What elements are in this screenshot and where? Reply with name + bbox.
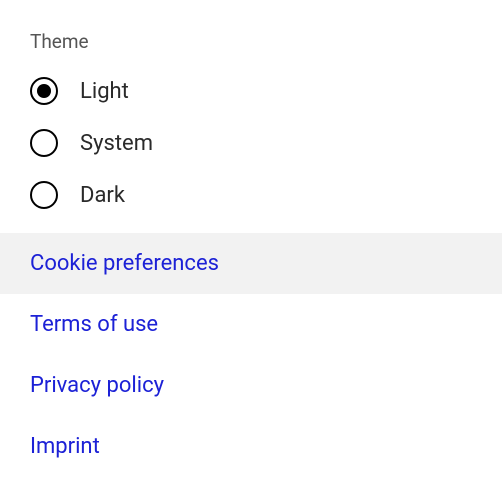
theme-radio-group: Light System Dark [0, 77, 502, 209]
theme-option-dark[interactable]: Dark [30, 181, 502, 209]
radio-label: Dark [80, 183, 125, 208]
theme-option-light[interactable]: Light [30, 77, 502, 105]
radio-icon [30, 129, 58, 157]
link-privacy-policy[interactable]: Privacy policy [0, 355, 502, 416]
link-terms-of-use[interactable]: Terms of use [0, 294, 502, 355]
link-cookie-preferences[interactable]: Cookie preferences [0, 233, 502, 294]
theme-option-system[interactable]: System [30, 129, 502, 157]
radio-label: Light [80, 79, 129, 104]
radio-label: System [80, 131, 153, 156]
radio-icon [30, 181, 58, 209]
link-imprint[interactable]: Imprint [0, 416, 502, 477]
theme-section-label: Theme [0, 30, 502, 53]
radio-icon [30, 77, 58, 105]
